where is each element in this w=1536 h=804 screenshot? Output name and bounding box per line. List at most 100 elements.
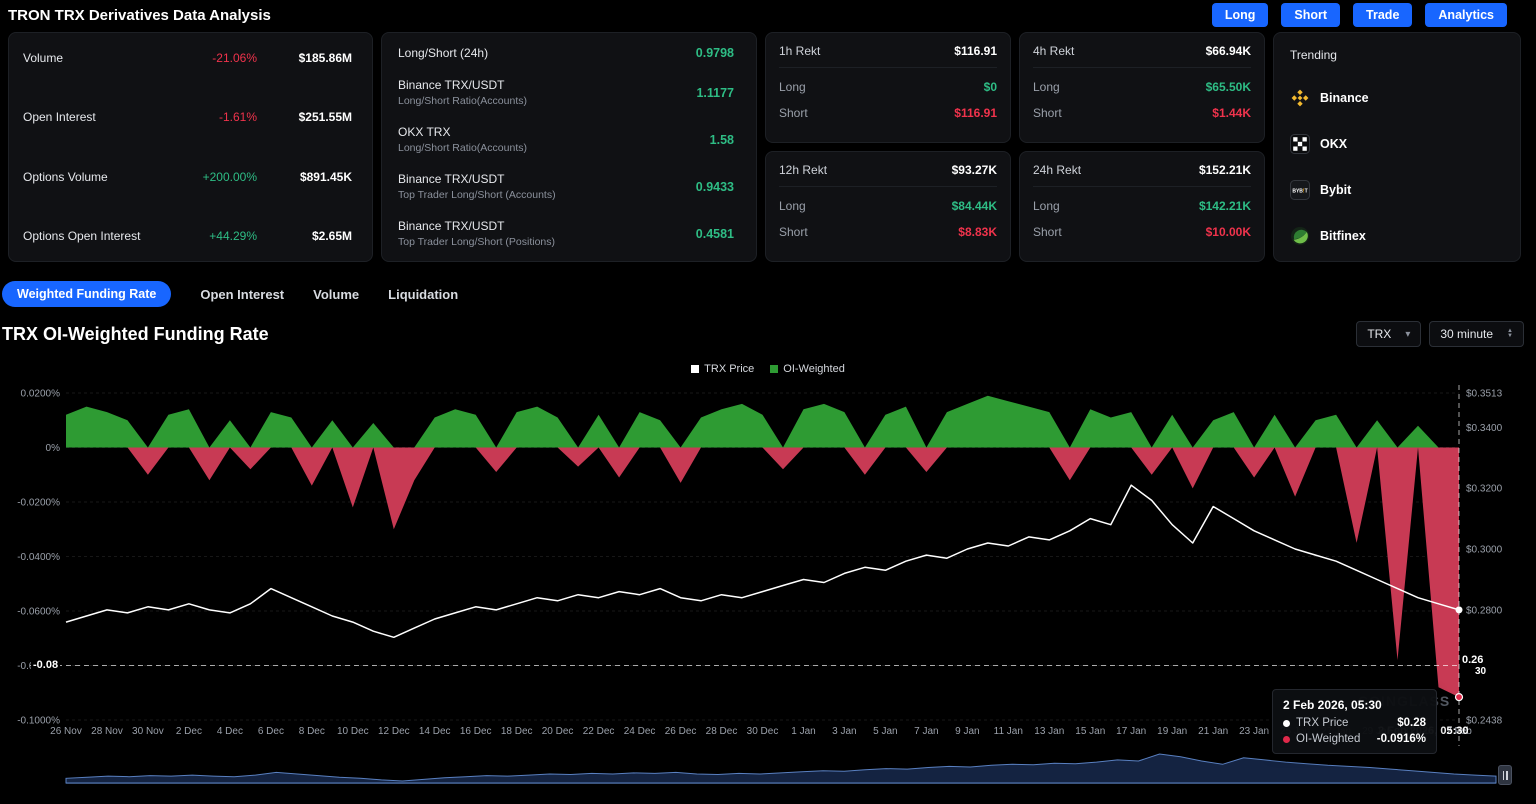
symbol-select[interactable]: TRX ▾ <box>1356 321 1421 347</box>
tab-volume[interactable]: Volume <box>313 287 359 302</box>
ratio-row: Binance TRX/USDT Long/Short Ratio(Accoun… <box>398 78 734 107</box>
svg-text:-0.0600%: -0.0600% <box>17 607 60 618</box>
interval-select-value: 30 minute <box>1440 327 1493 341</box>
oi-weighted-swatch <box>770 365 778 373</box>
stat-label: Options Volume <box>23 170 108 184</box>
trending-item-bybit[interactable]: BYB!T Bybit <box>1290 180 1504 200</box>
rekt-title: 24h Rekt <box>1033 163 1081 177</box>
rekt-short-row: Short $116.91 <box>779 106 997 120</box>
svg-text:$0.3200: $0.3200 <box>1466 484 1503 495</box>
ratio-value: 0.9433 <box>696 180 734 194</box>
rekt-short-row: Short $8.83K <box>779 225 997 239</box>
trending-item-okx[interactable]: OKX <box>1290 134 1504 154</box>
overview-card: Volume -21.06% $185.86M Open Interest -1… <box>8 32 373 262</box>
rekt-total: $93.27K <box>952 163 997 177</box>
svg-text:19 Jan: 19 Jan <box>1157 726 1187 737</box>
tooltip-value: -0.0916% <box>1377 733 1426 745</box>
svg-text:BYB!T: BYB!T <box>1292 188 1307 194</box>
svg-text:$0.3000: $0.3000 <box>1466 545 1503 556</box>
long-button[interactable]: Long <box>1212 3 1269 27</box>
rekt-long-row: Long $84.44K <box>779 199 997 213</box>
rekt-short-row: Short $1.44K <box>1033 106 1251 120</box>
rekt-short-label: Short <box>779 106 808 120</box>
svg-text:-0.0200%: -0.0200% <box>17 498 60 509</box>
chart-legend: TRX Price OI-Weighted <box>0 363 1536 375</box>
rekt-short-value: $10.00K <box>1206 225 1251 239</box>
oi-weighted-dot-icon <box>1283 736 1290 743</box>
ratio-title: Binance TRX/USDT <box>398 78 527 92</box>
tooltip-label: OI-Weighted <box>1296 733 1360 745</box>
rekt-header: 24h Rekt $152.21K <box>1033 163 1251 187</box>
tab-liquidation[interactable]: Liquidation <box>388 287 458 302</box>
ratio-row: Long/Short (24h) 0.9798 <box>398 46 734 60</box>
svg-text:1 Jan: 1 Jan <box>791 726 815 737</box>
trending-title: Trending <box>1290 48 1504 62</box>
analytics-button[interactable]: Analytics <box>1425 3 1507 27</box>
rekt-short-row: Short $10.00K <box>1033 225 1251 239</box>
chart-tooltip: 2 Feb 2026, 05:30 TRX Price $0.28 OI-Wei… <box>1272 689 1437 754</box>
rekt-card-24h: 24h Rekt $152.21K Long $142.21K Short $1… <box>1019 151 1265 262</box>
rekt-short-value: $8.83K <box>958 225 997 239</box>
page-title: TRON TRX Derivatives Data Analysis <box>8 7 271 24</box>
svg-text:30 Dec: 30 Dec <box>747 726 779 737</box>
stat-label: Options Open Interest <box>23 229 140 243</box>
rekt-card-12h: 12h Rekt $93.27K Long $84.44K Short $8.8… <box>765 151 1011 262</box>
trx-price-dot-icon <box>1283 720 1290 727</box>
stat-change: -21.06% <box>177 51 257 65</box>
legend-label: OI-Weighted <box>783 363 845 375</box>
rekt-card-4h: 4h Rekt $66.94K Long $65.50K Short $1.44… <box>1019 32 1265 143</box>
svg-text:26 Dec: 26 Dec <box>665 726 697 737</box>
okx-icon <box>1290 134 1310 154</box>
long-short-ratios-card: Long/Short (24h) 0.9798 Binance TRX/USDT… <box>381 32 757 262</box>
svg-text:$0.3513: $0.3513 <box>1466 389 1503 400</box>
options-volume-row: Options Volume +200.00% $891.45K <box>23 170 352 184</box>
rekt-card-1h: 1h Rekt $116.91 Long $0 Short $116.91 <box>765 32 1011 143</box>
svg-text:-0.1000%: -0.1000% <box>17 716 60 727</box>
ratio-title: Long/Short (24h) <box>398 46 488 60</box>
legend-item-trx-price[interactable]: TRX Price <box>691 363 754 375</box>
chart-tabs: Weighted Funding Rate Open Interest Volu… <box>0 281 1536 307</box>
svg-text:3 Jan: 3 Jan <box>832 726 856 737</box>
rekt-long-row: Long $142.21K <box>1033 199 1251 213</box>
ratio-subtitle: Top Trader Long/Short (Positions) <box>398 236 555 248</box>
stat-value: $251.55M <box>257 110 352 124</box>
ratio-row: OKX TRX Long/Short Ratio(Accounts) 1.58 <box>398 125 734 154</box>
rekt-long-label: Long <box>1033 199 1060 213</box>
ratio-value: 1.1177 <box>696 86 734 100</box>
ratio-subtitle: Long/Short Ratio(Accounts) <box>398 95 527 107</box>
trending-item-bitfinex[interactable]: Bitfinex <box>1290 226 1504 246</box>
tooltip-value: $0.28 <box>1397 717 1426 729</box>
topbar: TRON TRX Derivatives Data Analysis Long … <box>0 0 1536 28</box>
interval-select[interactable]: 30 minute ▲ ▼ <box>1429 321 1524 347</box>
svg-text:6 Dec: 6 Dec <box>258 726 284 737</box>
tab-open-interest[interactable]: Open Interest <box>200 287 284 302</box>
short-button[interactable]: Short <box>1281 3 1340 27</box>
trending-card: Trending Binance OKX BYB!T Bybit Bitfine… <box>1273 32 1521 262</box>
svg-text:$0.2438: $0.2438 <box>1466 716 1503 727</box>
legend-item-oi-weighted[interactable]: OI-Weighted <box>770 363 845 375</box>
ratio-title: Binance TRX/USDT <box>398 219 555 233</box>
trade-button[interactable]: Trade <box>1353 3 1412 27</box>
rekt-total: $66.94K <box>1206 44 1251 58</box>
navigator-resize-handle[interactable] <box>1498 765 1512 785</box>
tab-weighted-funding-rate[interactable]: Weighted Funding Rate <box>2 281 171 307</box>
rekt-long-row: Long $65.50K <box>1033 80 1251 94</box>
rekt-long-label: Long <box>779 80 806 94</box>
stat-label: Open Interest <box>23 110 96 124</box>
svg-text:8 Dec: 8 Dec <box>299 726 325 737</box>
trending-item-label: Bybit <box>1320 183 1351 197</box>
svg-text:$0.2800: $0.2800 <box>1466 605 1503 616</box>
svg-text:12 Dec: 12 Dec <box>378 726 410 737</box>
legend-label: TRX Price <box>704 363 754 375</box>
trending-item-binance[interactable]: Binance <box>1290 88 1504 108</box>
rekt-long-value: $142.21K <box>1199 199 1251 213</box>
svg-text:28 Dec: 28 Dec <box>706 726 738 737</box>
svg-text:11 Jan: 11 Jan <box>994 726 1023 737</box>
stat-change: +44.29% <box>177 229 257 243</box>
svg-text:24 Dec: 24 Dec <box>624 726 656 737</box>
section-header: TRX OI-Weighted Funding Rate TRX ▾ 30 mi… <box>0 319 1536 349</box>
rekt-long-value: $65.50K <box>1206 80 1251 94</box>
svg-text:9 Jan: 9 Jan <box>955 726 979 737</box>
svg-text:15 Jan: 15 Jan <box>1075 726 1105 737</box>
open-interest-row: Open Interest -1.61% $251.55M <box>23 110 352 124</box>
